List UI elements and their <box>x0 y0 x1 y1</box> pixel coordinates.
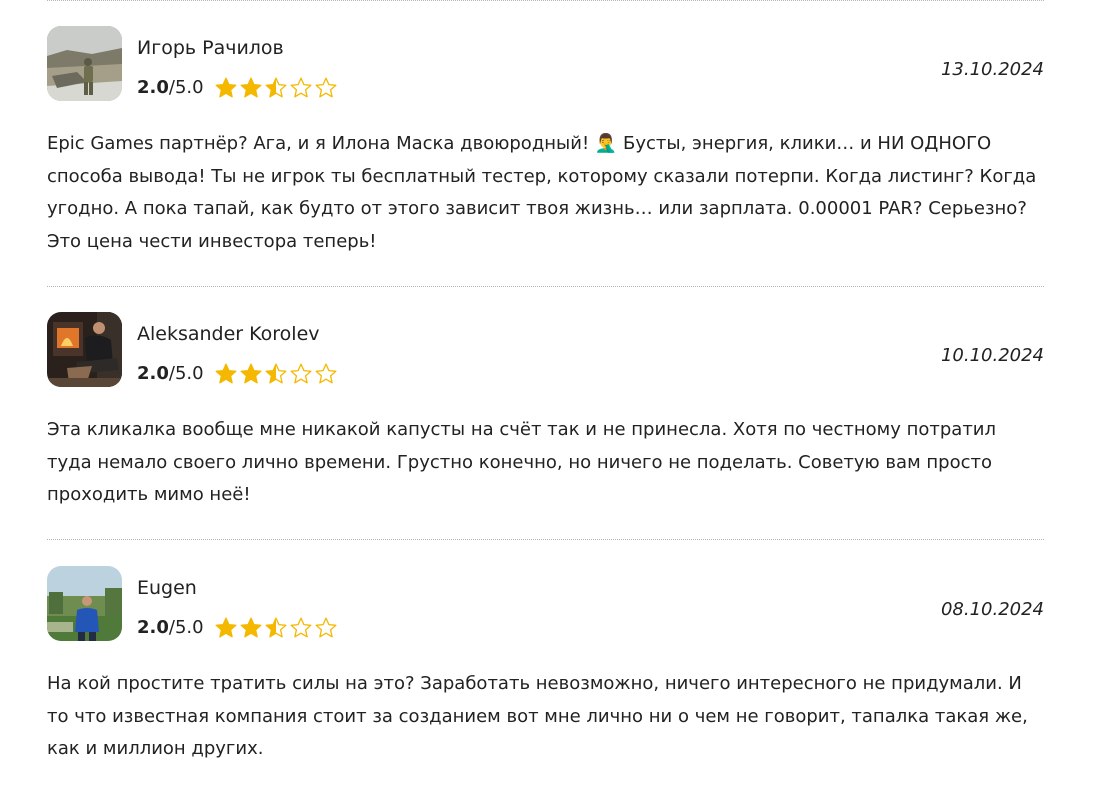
star-rating <box>214 362 339 386</box>
star-full-icon <box>240 617 262 638</box>
reviewer-name: Eugen <box>137 577 197 599</box>
review-text: Эта кликалка вообще мне никакой капусты … <box>47 419 997 505</box>
review-divider <box>47 0 1044 1</box>
star-half-icon <box>265 363 287 384</box>
review-text: На кой простите тратить силы на это? Зар… <box>47 673 1028 759</box>
man-by-fireplace-avatar-icon <box>47 312 122 387</box>
review-card: Eugen 2.0/5.0 08.10.2024 На кой простите… <box>47 566 1044 776</box>
reviewer-name: Игорь Рачилов <box>137 37 284 59</box>
rating-max: /5.0 <box>168 363 204 384</box>
star-empty-icon <box>315 363 337 384</box>
star-empty-icon <box>315 617 337 638</box>
review-text: Epic Games партнёр? Ага, и я Илона Маска… <box>47 133 1037 252</box>
star-full-icon <box>215 363 237 384</box>
star-full-icon <box>240 77 262 98</box>
star-half-icon <box>265 77 287 98</box>
soldier-photo-avatar-icon <box>47 26 122 101</box>
rating-value: 2.0 <box>137 363 169 384</box>
star-rating <box>214 616 339 640</box>
star-full-icon <box>240 363 262 384</box>
man-outdoors-avatar-icon <box>47 566 122 641</box>
rating-max: /5.0 <box>168 617 204 638</box>
review-card: Игорь Рачилов 2.0/5.0 13.10.2024 Epic Ga… <box>47 26 1044 256</box>
reviewer-name: Aleksander Korolev <box>137 323 320 345</box>
review-date: 13.10.2024 <box>940 59 1044 80</box>
avatar <box>47 566 122 641</box>
rating: 2.0/5.0 <box>137 615 339 641</box>
rating-score: 2.0/5.0 <box>137 76 204 100</box>
review-date: 08.10.2024 <box>940 599 1044 620</box>
review-date: 10.10.2024 <box>940 345 1044 366</box>
star-empty-icon <box>290 617 312 638</box>
avatar <box>47 26 122 101</box>
rating-score: 2.0/5.0 <box>137 362 204 386</box>
review-divider <box>47 539 1044 540</box>
rating: 2.0/5.0 <box>137 361 339 387</box>
rating-max: /5.0 <box>168 77 204 98</box>
star-full-icon <box>215 617 237 638</box>
rating-value: 2.0 <box>137 77 169 98</box>
review-card: Aleksander Korolev 2.0/5.0 10.10.2024 Эт… <box>47 312 1044 512</box>
review-divider <box>47 286 1044 287</box>
rating-value: 2.0 <box>137 617 169 638</box>
reviews-list: Игорь Рачилов 2.0/5.0 13.10.2024 Epic Ga… <box>0 0 1108 785</box>
star-empty-icon <box>290 363 312 384</box>
star-empty-icon <box>315 77 337 98</box>
star-full-icon <box>215 77 237 98</box>
star-rating <box>214 76 339 100</box>
star-half-icon <box>265 617 287 638</box>
rating-score: 2.0/5.0 <box>137 616 204 640</box>
rating: 2.0/5.0 <box>137 75 339 101</box>
avatar <box>47 312 122 387</box>
star-empty-icon <box>290 77 312 98</box>
